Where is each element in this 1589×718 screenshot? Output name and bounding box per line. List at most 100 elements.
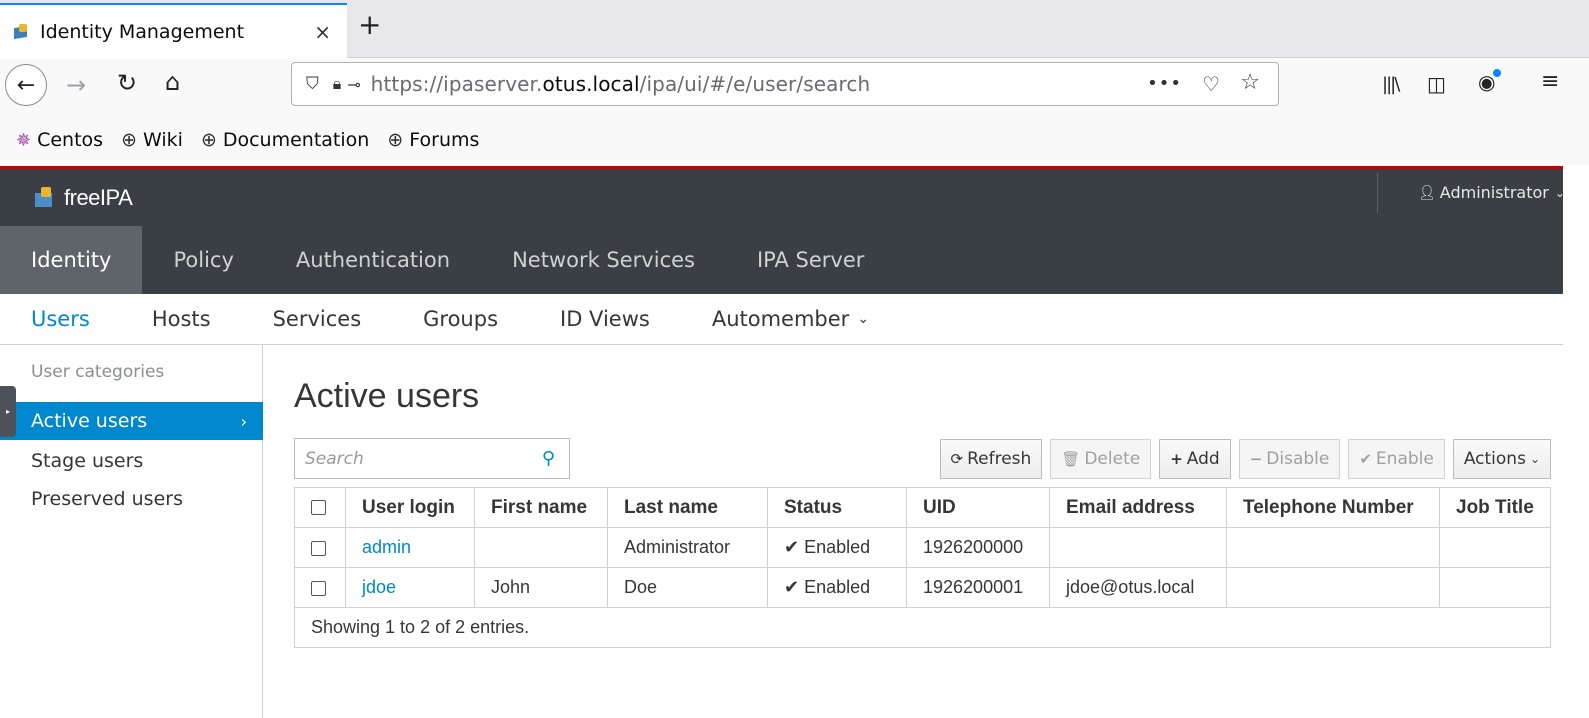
refresh-label: Refresh bbox=[967, 449, 1032, 469]
new-tab-button[interactable]: + bbox=[358, 8, 381, 41]
freeipa-logo[interactable]: freeIPA bbox=[34, 185, 133, 211]
subnav-users[interactable]: Users bbox=[0, 294, 121, 344]
user-menu[interactable]: 👤︎ Administrator ⌄ bbox=[1418, 183, 1565, 202]
sidebar-heading: User categories bbox=[31, 362, 165, 382]
lock-icon[interactable]: 🔒︎ bbox=[333, 74, 342, 94]
url-domain: otus.local bbox=[542, 72, 640, 96]
sidebar-item-preserved-users[interactable]: Preserved users bbox=[0, 480, 263, 518]
nav-authentication[interactable]: Authentication bbox=[265, 226, 481, 294]
freeipa-favicon-icon bbox=[12, 23, 30, 41]
logo-text: freeIPA bbox=[64, 185, 133, 210]
home-button[interactable]: ⌂ bbox=[165, 68, 180, 96]
browser-tab[interactable]: Identity Management × bbox=[0, 3, 347, 58]
account-icon[interactable]: ◉ bbox=[1478, 69, 1503, 94]
nav-policy[interactable]: Policy bbox=[142, 226, 264, 294]
forward-button[interactable]: → bbox=[66, 71, 86, 99]
row-select-cell bbox=[294, 527, 346, 568]
cell-first-name bbox=[474, 527, 608, 568]
user-categories-sidebar: User categories Active users › Stage use… bbox=[0, 345, 263, 718]
col-status[interactable]: Status bbox=[767, 487, 907, 528]
cell-last-name: Administrator bbox=[607, 527, 768, 568]
subnav-hosts[interactable]: Hosts bbox=[121, 294, 242, 344]
col-uid[interactable]: UID bbox=[906, 487, 1050, 528]
user-menu-label: Administrator bbox=[1439, 183, 1549, 202]
chevron-right-icon: › bbox=[240, 411, 247, 431]
key-icon[interactable]: ⊸ bbox=[347, 75, 360, 94]
check-icon: ✔ bbox=[1359, 450, 1372, 468]
library-icon[interactable]: |||\ bbox=[1382, 74, 1400, 95]
refresh-icon: ⟳ bbox=[950, 450, 964, 468]
col-telephone[interactable]: Telephone Number bbox=[1226, 487, 1440, 528]
delete-label: Delete bbox=[1084, 449, 1141, 469]
subnav-groups[interactable]: Groups bbox=[392, 294, 529, 344]
disable-button[interactable]: − Disable bbox=[1238, 439, 1341, 479]
col-last-name[interactable]: Last name bbox=[607, 487, 768, 528]
bookmark-forums[interactable]: ⊕ Forums bbox=[387, 129, 479, 151]
cell-login: jdoe bbox=[345, 567, 475, 608]
actions-dropdown[interactable]: Actions ⌄ bbox=[1452, 439, 1551, 479]
ipa-header: freeIPA 👤︎ Administrator ⌄ bbox=[0, 166, 1565, 226]
subnav-id-views[interactable]: ID Views bbox=[529, 294, 681, 344]
subnav-automember-label: Automember bbox=[711, 307, 850, 331]
tab-title: Identity Management bbox=[40, 20, 245, 43]
col-job-title[interactable]: Job Title bbox=[1439, 487, 1551, 528]
minus-icon: − bbox=[1249, 450, 1263, 468]
url-prefix: https://ipaserver. bbox=[370, 72, 543, 96]
page-actions-icon[interactable]: ••• bbox=[1147, 73, 1182, 94]
disable-label: Disable bbox=[1266, 449, 1330, 469]
col-email[interactable]: Email address bbox=[1049, 487, 1227, 528]
col-first-name[interactable]: First name bbox=[474, 487, 608, 528]
sidebar-toggle-handle[interactable]: ▸ bbox=[0, 386, 16, 437]
delete-button[interactable]: 🗑︎ Delete bbox=[1050, 439, 1152, 479]
reload-button[interactable]: ↻ bbox=[117, 69, 137, 97]
row-select-cell bbox=[294, 567, 346, 608]
cell-last-name: Doe bbox=[607, 567, 768, 608]
table-header-row: User login First name Last name Status U… bbox=[294, 487, 1551, 528]
col-user-login[interactable]: User login bbox=[345, 487, 475, 528]
sidebar-item-label: Active users bbox=[31, 410, 148, 432]
user-link[interactable]: admin bbox=[362, 537, 411, 557]
sidebar-item-active-users[interactable]: Active users › bbox=[0, 402, 263, 440]
row-checkbox[interactable] bbox=[311, 540, 326, 556]
cell-telephone bbox=[1226, 527, 1440, 568]
status-text: Enabled bbox=[804, 537, 871, 557]
bookmark-documentation[interactable]: ⊕ Documentation bbox=[201, 129, 369, 151]
cell-uid: 1926200001 bbox=[906, 567, 1050, 608]
refresh-button[interactable]: ⟳ Refresh bbox=[939, 439, 1043, 479]
add-button[interactable]: + Add bbox=[1159, 439, 1231, 479]
subnav-services[interactable]: Services bbox=[242, 294, 393, 344]
pocket-icon[interactable]: ♡ bbox=[1202, 72, 1220, 96]
search-icon[interactable]: ⚲ bbox=[542, 448, 555, 469]
user-link[interactable]: jdoe bbox=[362, 577, 396, 597]
browser-nav-bar: ← → ↻ ⌂ ⛉ 🔒︎ ⊸ https://ipaserver.otus.lo… bbox=[0, 58, 1589, 114]
close-tab-icon[interactable]: × bbox=[314, 20, 331, 44]
shield-icon[interactable]: ⛉ bbox=[306, 74, 319, 94]
enable-label: Enable bbox=[1375, 449, 1434, 469]
add-label: Add bbox=[1186, 449, 1220, 469]
sidebar-item-stage-users[interactable]: Stage users bbox=[0, 442, 263, 480]
nav-ipa-server[interactable]: IPA Server bbox=[726, 226, 895, 294]
bookmarks-toolbar: ✵ Centos ⊕ Wiki ⊕ Documentation ⊕ Forums bbox=[0, 114, 1589, 166]
bookmark-wiki[interactable]: ⊕ Wiki bbox=[121, 129, 183, 151]
chevron-down-icon: ⌄ bbox=[1554, 185, 1565, 200]
url-text[interactable]: https://ipaserver.otus.local/ipa/ui/#/e/… bbox=[371, 72, 871, 96]
back-button[interactable]: ← bbox=[5, 64, 47, 106]
subnav-automember[interactable]: Automember ⌄ bbox=[681, 294, 900, 344]
nav-network-services[interactable]: Network Services bbox=[481, 226, 726, 294]
url-bar[interactable]: ⛉ 🔒︎ ⊸ https://ipaserver.otus.local/ipa/… bbox=[291, 62, 1279, 106]
bookmark-star-icon[interactable]: ☆ bbox=[1240, 70, 1260, 95]
nav-identity[interactable]: Identity bbox=[0, 226, 143, 294]
cell-telephone bbox=[1226, 567, 1440, 608]
select-all-checkbox[interactable] bbox=[311, 499, 326, 515]
cell-job-title bbox=[1439, 527, 1551, 568]
hamburger-menu-icon[interactable]: ≡ bbox=[1541, 69, 1559, 94]
enable-button[interactable]: ✔ Enable bbox=[1348, 439, 1445, 479]
freeipa-logo-icon bbox=[34, 187, 54, 209]
search-box[interactable]: ⚲ bbox=[294, 438, 570, 479]
search-input[interactable] bbox=[305, 448, 525, 469]
main-content: Active users ⚲ ⟳ Refresh 🗑︎ Delete + Add… bbox=[263, 345, 1563, 718]
bookmark-centos[interactable]: ✵ Centos bbox=[16, 129, 103, 151]
sidebar-toggle-icon[interactable]: ◫ bbox=[1427, 72, 1446, 96]
row-checkbox[interactable] bbox=[311, 580, 326, 596]
table-row: jdoe John Doe ✔ Enabled 1926200001 jdoe@… bbox=[294, 567, 1551, 608]
